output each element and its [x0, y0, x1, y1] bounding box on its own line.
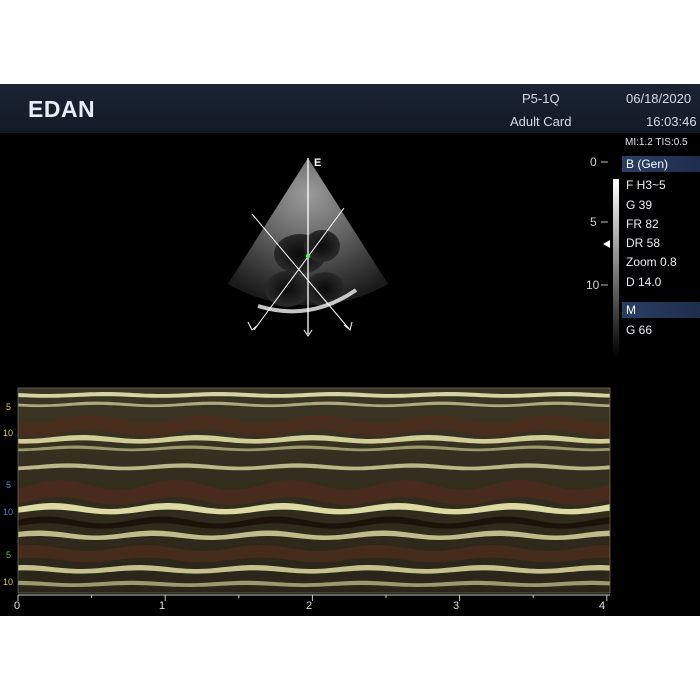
m-mode-trace: 0 1 2 3 4 5 10 5 10 5 10	[3, 387, 611, 612]
param-zoom: Zoom 0.8	[626, 255, 677, 269]
depth-tick-label: 10	[586, 278, 600, 292]
m-mode-bands	[18, 392, 610, 587]
param-depth: D 14.0	[626, 275, 662, 289]
b-mode-panel-title[interactable]: B (Gen)	[622, 156, 700, 172]
depth-tick-label: 0	[590, 155, 597, 169]
param-gain: G 39	[626, 198, 653, 212]
depth-tick-label: 5	[6, 550, 11, 560]
time-tick-label: 1	[159, 600, 165, 612]
param-frame-rate: FR 82	[626, 217, 659, 231]
param-dynamic-range: DR 58	[626, 236, 661, 250]
depth-tick-label: 5	[6, 480, 11, 490]
focus-marker-icon	[603, 240, 610, 248]
time-tick-label: 0	[14, 600, 20, 612]
ultrasound-screen: EDAN P5-1Q Adult Card 06/18/2020 16:03:4…	[0, 84, 700, 616]
param-m-gain: G 66	[626, 323, 653, 337]
time-tick-label: 2	[306, 600, 312, 612]
grayscale-bar	[613, 179, 619, 357]
time-ticks	[17, 595, 608, 601]
time-tick-label: 3	[453, 600, 459, 612]
depth-scale: 0 5 10	[586, 155, 608, 292]
depth-tick-label: 10	[3, 428, 13, 438]
depth-tick-label: 5	[6, 402, 11, 412]
depth-tick-label: 5	[590, 215, 597, 229]
depth-tick-label: 10	[3, 507, 13, 517]
param-frequency: F H3~5	[626, 178, 666, 192]
depth-tick-label: 10	[3, 577, 13, 587]
m-mode-panel-title[interactable]: M	[622, 302, 700, 318]
time-tick-label: 4	[599, 600, 605, 612]
